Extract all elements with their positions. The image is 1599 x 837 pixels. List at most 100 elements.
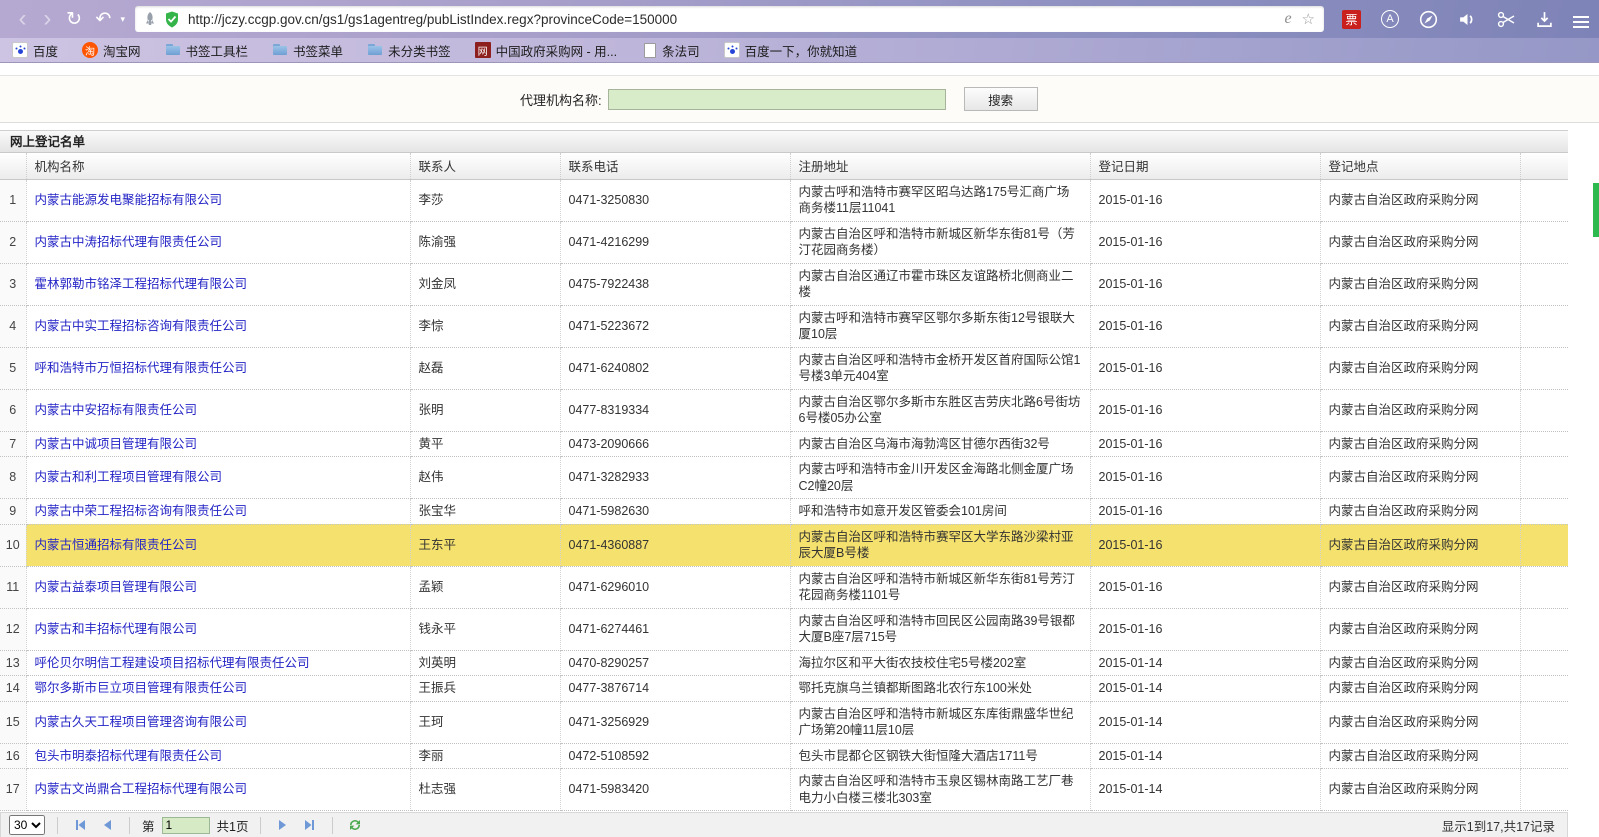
contact-name: 王振兵: [410, 676, 560, 702]
contact-phone: 0473-2090666: [560, 431, 790, 457]
row-filler: [1520, 305, 1568, 347]
registration-place: 内蒙古自治区政府采购分网: [1320, 305, 1520, 347]
row-filler: [1520, 499, 1568, 525]
agency-name-link[interactable]: 呼伦贝尔明信工程建设项目招标代理有限责任公司: [35, 656, 310, 670]
row-filler: [1520, 701, 1568, 743]
bookmark-label: 未分类书签: [388, 41, 451, 60]
registration-table: 机构名称 联系人 联系电话 注册地址 登记日期 登记地点 1内蒙古能源发电聚能招…: [0, 153, 1568, 811]
row-filler: [1520, 431, 1568, 457]
agency-name-cell: 内蒙古和丰招标代理有限公司: [26, 608, 410, 650]
bookmark-item[interactable]: 未分类书签: [367, 41, 451, 60]
download-icon[interactable]: [1536, 11, 1553, 28]
registration-place: 内蒙古自治区政府采购分网: [1320, 566, 1520, 608]
agency-name-cell: 内蒙古和利工程项目管理有限公司: [26, 457, 410, 499]
registration-place: 内蒙古自治区政府采购分网: [1320, 769, 1520, 811]
next-page-icon[interactable]: [273, 816, 293, 834]
table-row: 4内蒙古中实工程招标咨询有限责任公司李悰0471-5223672内蒙古呼和浩特市…: [0, 305, 1568, 347]
agency-name-link[interactable]: 霍林郭勒市铭泽工程招标代理有限公司: [35, 277, 248, 291]
folder-icon: [272, 42, 288, 58]
page-size-select[interactable]: 30: [9, 815, 45, 835]
registered-address: 内蒙古自治区乌海市海勃湾区甘德尔西街32号: [790, 431, 1090, 457]
agency-name-link[interactable]: 内蒙古久天工程项目管理咨询有限公司: [35, 715, 248, 729]
contact-phone: 0471-4216299: [560, 221, 790, 263]
forward-icon[interactable]: ›: [35, 9, 60, 29]
ie-mode-icon[interactable]: e: [1284, 10, 1291, 28]
bookmark-item[interactable]: 网中国政府采购网 - 用...: [475, 41, 618, 60]
page-number-input[interactable]: [162, 817, 210, 834]
agency-name-link[interactable]: 内蒙古文尚鼎合工程招标代理有限公司: [35, 782, 248, 796]
registration-date: 2015-01-16: [1090, 305, 1320, 347]
agency-name-link[interactable]: 内蒙古和利工程项目管理有限公司: [35, 470, 223, 484]
contact-phone: 0471-6274461: [560, 608, 790, 650]
agency-name-link[interactable]: 内蒙古中诚项目管理有限公司: [35, 437, 198, 451]
back-icon[interactable]: ‹: [10, 9, 35, 29]
menu-icon[interactable]: [1573, 16, 1589, 18]
last-page-icon[interactable]: [300, 816, 320, 834]
header-address: 注册地址: [790, 153, 1090, 179]
registered-address: 内蒙古自治区呼和浩特市金桥开发区首府国际公馆1号楼3单元404室: [790, 347, 1090, 389]
row-number: 5: [0, 347, 26, 389]
agency-name-link[interactable]: 内蒙古益泰项目管理有限公司: [35, 580, 198, 594]
header-index: [0, 153, 26, 179]
agency-name-link[interactable]: 内蒙古中涛招标代理有限责任公司: [35, 235, 223, 249]
contact-name: 李丽: [410, 743, 560, 769]
reload-list-icon[interactable]: [345, 816, 365, 834]
bookmark-star-icon[interactable]: ☆: [1302, 10, 1315, 28]
registration-place: 内蒙古自治区政府采购分网: [1320, 179, 1520, 221]
bookmark-label: 条法司: [662, 41, 700, 60]
agency-name-cell: 呼和浩特市万恒招标代理有限责任公司: [26, 347, 410, 389]
agency-name-cell: 内蒙古中涛招标代理有限责任公司: [26, 221, 410, 263]
address-bar[interactable]: http://jczy.ccgp.gov.cn/gs1/gs1agentreg/…: [135, 6, 1324, 32]
agency-name-link[interactable]: 鄂尔多斯市巨立项目管理有限责任公司: [35, 681, 248, 695]
table-row: 11内蒙古益泰项目管理有限公司孟颖0471-6296010内蒙古自治区呼和浩特市…: [0, 566, 1568, 608]
agency-name-link[interactable]: 内蒙古和丰招标代理有限公司: [35, 622, 198, 636]
registration-place: 内蒙古自治区政府采购分网: [1320, 263, 1520, 305]
agency-name-input[interactable]: [608, 89, 946, 110]
registration-date: 2015-01-16: [1090, 179, 1320, 221]
bookmark-item[interactable]: 条法司: [641, 41, 700, 60]
url-text[interactable]: http://jczy.ccgp.gov.cn/gs1/gs1agentreg/…: [188, 12, 1284, 27]
agency-name-link[interactable]: 呼和浩特市万恒招标代理有限责任公司: [35, 361, 248, 375]
bookmark-label: 百度一下，你就知道: [745, 41, 858, 60]
bookmark-item[interactable]: 百度: [12, 41, 58, 60]
bookmark-item[interactable]: 淘淘宝网: [82, 41, 141, 60]
table-row: 8内蒙古和利工程项目管理有限公司赵伟0471-3282933内蒙古呼和浩特市金川…: [0, 457, 1568, 499]
agency-name-link[interactable]: 内蒙古能源发电聚能招标有限公司: [35, 193, 223, 207]
compass-icon[interactable]: [1419, 10, 1438, 29]
row-filler: [1520, 650, 1568, 676]
agency-name-link[interactable]: 内蒙古恒通招标有限责任公司: [35, 538, 198, 552]
recently-closed-button[interactable]: ↶ ▾: [88, 8, 125, 31]
table-row: 1内蒙古能源发电聚能招标有限公司李莎0471-3250830内蒙古呼和浩特市赛罕…: [0, 179, 1568, 221]
scissors-icon[interactable]: [1497, 11, 1516, 28]
row-number: 1: [0, 179, 26, 221]
agency-name-link[interactable]: 包头市明泰招标代理有限责任公司: [35, 749, 223, 763]
contact-name: 王东平: [410, 524, 560, 566]
bookmark-item[interactable]: 书签工具栏: [165, 41, 249, 60]
search-button[interactable]: 搜索: [964, 87, 1038, 111]
reader-mode-icon[interactable]: A: [1381, 10, 1399, 28]
agency-name-cell: 内蒙古久天工程项目管理咨询有限公司: [26, 701, 410, 743]
row-filler: [1520, 524, 1568, 566]
ticket-extension-icon[interactable]: 票: [1342, 10, 1361, 29]
agency-name-cell: 鄂尔多斯市巨立项目管理有限责任公司: [26, 676, 410, 702]
refresh-icon[interactable]: ↻: [60, 8, 89, 31]
contact-phone: 0471-6240802: [560, 347, 790, 389]
bookmark-item[interactable]: 百度一下，你就知道: [724, 41, 858, 60]
agency-name-link[interactable]: 内蒙古中实工程招标咨询有限责任公司: [35, 319, 248, 333]
registration-date: 2015-01-14: [1090, 676, 1320, 702]
registered-address: 内蒙古呼和浩特市赛罕区昭乌达路175号汇商广场商务楼11层11041: [790, 179, 1090, 221]
bookmark-item[interactable]: 书签菜单: [272, 41, 343, 60]
scrollbar-thumb[interactable]: [1593, 183, 1599, 237]
first-page-icon[interactable]: [70, 816, 90, 834]
bookmark-label: 书签工具栏: [186, 41, 249, 60]
prev-page-icon[interactable]: [97, 816, 117, 834]
speaker-icon[interactable]: [1458, 11, 1477, 28]
table-row: 12内蒙古和丰招标代理有限公司钱永平0471-6274461内蒙古自治区呼和浩特…: [0, 608, 1568, 650]
header-date: 登记日期: [1090, 153, 1320, 179]
divider: [332, 817, 333, 834]
chevron-down-icon: ▾: [120, 14, 125, 25]
registered-address: 包头市昆都仑区钢铁大街恒隆大酒店1711号: [790, 743, 1090, 769]
agency-name-link[interactable]: 内蒙古中荣工程招标咨询有限责任公司: [35, 504, 248, 518]
agency-name-link[interactable]: 内蒙古中安招标有限责任公司: [35, 403, 198, 417]
table-row: 14鄂尔多斯市巨立项目管理有限责任公司王振兵0477-3876714鄂托克旗乌兰…: [0, 676, 1568, 702]
